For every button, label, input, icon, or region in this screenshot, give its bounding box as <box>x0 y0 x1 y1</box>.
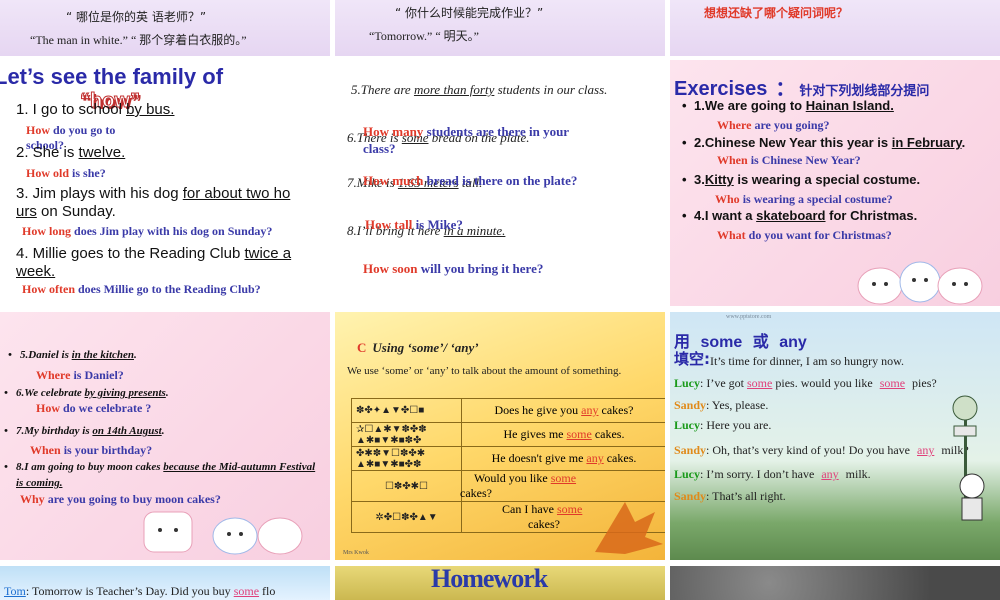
slide3-line1: 想想还缺了哪个疑问词呢？ <box>704 6 849 20</box>
slide5-answer-6: How many students are there in your <box>363 124 570 139</box>
slide9-line-2: Lucy: I’ve got some pies. would you like… <box>674 376 937 390</box>
slide4-answer-2: How old is she? <box>26 166 106 180</box>
slide4-item-3-cont: urs on Sunday. <box>16 203 116 220</box>
slide2-line1: “ 你什么时候能完成作业？” <box>395 6 544 20</box>
slide7-item-7: 7.My birthday is on 14th August. <box>4 425 164 437</box>
slide-thumb-2[interactable]: “ 你什么时候能完成作业？” “Tomorrow.” “ 明天。” <box>335 0 665 56</box>
slide-thumb-7[interactable]: 5.Daniel is in the kitchen. Where is Dan… <box>0 312 330 560</box>
slide10-line-1: Tom: Tomorrow is Teacher’s Day. Did you … <box>4 584 276 598</box>
slide6-item-1: 1.We are going to Hainan Island. <box>682 98 894 113</box>
slide-thumb-3[interactable]: 想想还缺了哪个疑问词呢？ <box>670 0 1000 56</box>
cartoon-characters-decoration <box>143 511 303 555</box>
slide4-answer-1: How do you go to <box>26 123 116 137</box>
slide1-line1: “ 哪位是你的英 语老师？” <box>66 10 207 24</box>
slide9-line-6: Lucy: I’m sorry. I don’t have any milk. <box>674 467 871 481</box>
slide7-answer-5: Where is Daniel? <box>36 368 124 382</box>
slide8-footer: Mrs Kwok <box>343 550 369 556</box>
slide5-answer-7: How much bread is there on the plate? <box>363 173 578 188</box>
slide4-title: Let’s see the family of <box>0 64 224 89</box>
slide8-title: C Using ‘some’/ ‘any’ <box>357 340 479 355</box>
slide2-line2: “Tomorrow.” “ 明天。” <box>369 29 480 43</box>
slide-thumb-4[interactable]: Let’s see the family of “how” 1. I go to… <box>0 60 330 306</box>
autumn-leaf-icon <box>595 502 663 554</box>
slide9-title-fill: 填空: <box>674 350 710 368</box>
slide4-answer-3: How long does Jim play with his dog on S… <box>22 224 273 238</box>
slide8-subtitle: We use ‘some’ or ‘any’ to talk about the… <box>347 365 622 377</box>
slide1-line2: “The man in white.” “ 那个穿着白衣服的。” <box>30 33 247 47</box>
slide9-line-3: Sandy: Yes, please. <box>674 398 769 412</box>
slide9-line-1: It’s time for dinner, I am so hungry now… <box>710 354 905 368</box>
slide4-item-4: 4. Millie goes to the Reading Club twice… <box>16 245 292 262</box>
slide9-watermark: www.pptstore.com <box>726 314 772 320</box>
slide-thumb-12[interactable] <box>670 566 1000 600</box>
slide5-answer-8: How tall is Mike? <box>365 217 463 232</box>
slide6-item-4: 4.I want a skateboard for Christmas. <box>682 208 917 223</box>
slide-thumb-6[interactable]: Exercises：针对下列划线部分提问 1.We are going to H… <box>670 60 1000 306</box>
slide6-title: Exercises：针对下列划线部分提问 <box>674 78 930 100</box>
slide5-answer-6b: class? <box>363 141 396 156</box>
slide-thumb-8[interactable]: C Using ‘some’/ ‘any’ We use ‘some’ or ‘a… <box>335 312 665 560</box>
slide6-item-3: 3.Kitty is wearing a special costume. <box>682 172 920 187</box>
slide6-answer-2: When is Chinese New Year? <box>717 153 861 167</box>
cartoon-characters-decoration <box>857 261 983 305</box>
slide9-line-7: Sandy: That’s all right. <box>674 489 786 503</box>
cartoon-kid-icon <box>959 473 985 521</box>
slide9-line-4: Lucy: Here you are. <box>674 418 772 432</box>
slide4-item-2: 2. She is twelve. <box>16 144 126 161</box>
slide7-item-5: 5.Daniel is in the kitchen. <box>8 349 137 361</box>
slide5-item-5: 5.There are more than forty students in … <box>351 82 608 97</box>
slide4-answer-4: How often does Millie go to the Reading … <box>22 282 261 296</box>
slide-thumb-10[interactable]: Tom: Tomorrow is Teacher’s Day. Did you … <box>0 566 330 600</box>
slide9-line-5: Sandy: Oh, that’s very kind of you! Do y… <box>674 443 969 457</box>
slide-thumb-5[interactable]: 5.There are more than forty students in … <box>335 60 665 306</box>
slide6-answer-1: Where are you going? <box>717 118 830 132</box>
slide4-item-3: 3. Jim plays with his dog for about two … <box>16 185 291 202</box>
slide4-item-4-cont: week. <box>16 263 56 280</box>
slide7-answer-7: When is your birthday? <box>30 443 153 457</box>
slide7-item-8-cont: is coming. <box>16 477 63 489</box>
slide4-item-1: 1. I go to school by bus. <box>16 101 175 118</box>
slide6-item-2: 2.Chinese New Year this year is in Febru… <box>682 135 965 150</box>
slide-thumb-9[interactable]: www.pptstore.com 用 some 或 any 填空: It’s t… <box>670 312 1000 560</box>
slide6-answer-3: Who is wearing a special costume? <box>715 192 893 206</box>
slide7-item-8: 8.I am going to buy moon cakes because t… <box>4 461 315 473</box>
slide7-item-6: 6.We celebrate by giving presents. <box>4 387 169 399</box>
slide7-answer-6: How do we celebrate ? <box>36 401 152 415</box>
slide5-answer-9: How soon will you bring it here? <box>363 261 544 276</box>
slide-thumb-11[interactable]: Homework <box>335 566 665 600</box>
slide-thumb-1[interactable]: “ 哪位是你的英 语老师？” “The man in white.” “ 那个穿… <box>0 0 330 56</box>
slide11-title: Homework <box>431 566 548 593</box>
